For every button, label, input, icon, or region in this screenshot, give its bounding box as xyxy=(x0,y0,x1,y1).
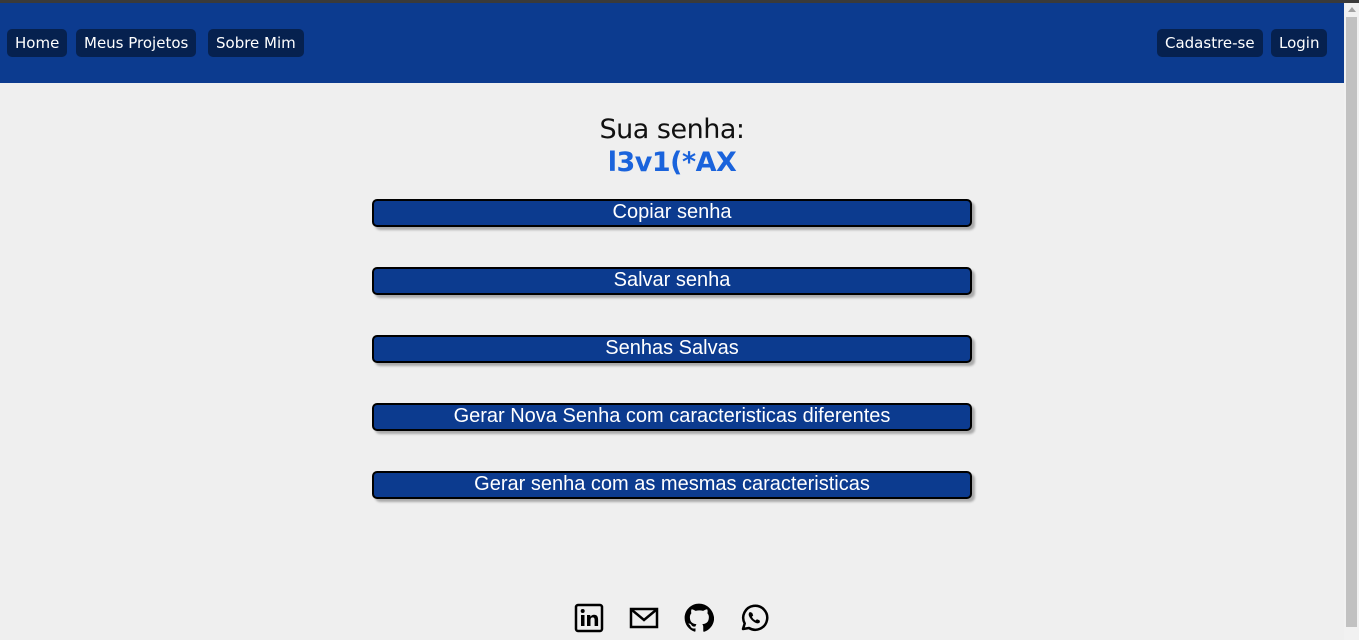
nav-login[interactable]: Login xyxy=(1271,29,1328,57)
scrollbar[interactable] xyxy=(1344,3,1359,640)
copy-password-button[interactable]: Copiar senha xyxy=(372,199,972,227)
generate-new-different-button[interactable]: Gerar Nova Senha com caracteristicas dif… xyxy=(372,403,972,431)
nav-sobre-mim[interactable]: Sobre Mim xyxy=(208,29,304,57)
nav-meus-projetos[interactable]: Meus Projetos xyxy=(76,29,197,57)
linkedin-icon[interactable] xyxy=(574,603,604,633)
nav-home[interactable]: Home xyxy=(7,29,68,57)
github-icon[interactable] xyxy=(684,603,714,633)
mail-icon[interactable] xyxy=(629,603,659,633)
scrollbar-thumb[interactable] xyxy=(1346,17,1357,627)
header: Home Meus Projetos Sobre Mim Cadastre-se… xyxy=(0,3,1344,83)
saved-passwords-button[interactable]: Senhas Salvas xyxy=(372,335,972,363)
generate-same-button[interactable]: Gerar senha com as mesmas caracteristica… xyxy=(372,471,972,499)
nav-cadastre-se[interactable]: Cadastre-se xyxy=(1157,29,1263,57)
save-password-button[interactable]: Salvar senha xyxy=(372,267,972,295)
whatsapp-icon[interactable] xyxy=(739,603,769,633)
social-icons xyxy=(574,603,769,633)
scroll-up-icon[interactable] xyxy=(1348,7,1356,12)
password-value: l3v1(*AX xyxy=(607,147,737,178)
password-title: Sua senha: xyxy=(599,114,745,145)
